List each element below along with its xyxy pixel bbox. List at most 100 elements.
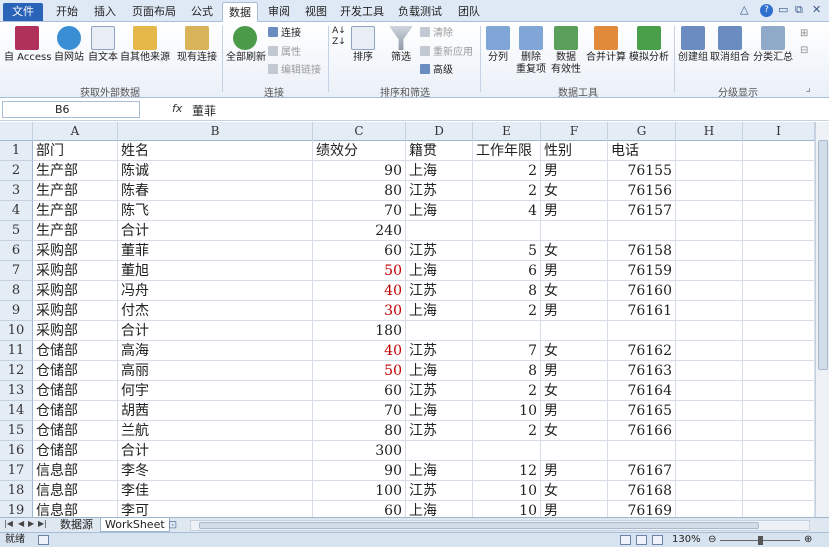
cell-i[interactable] (743, 201, 815, 221)
insert-function-icon[interactable]: fx (172, 102, 182, 115)
cell-g[interactable]: 76157 (608, 201, 676, 221)
cell-d[interactable]: 上海 (406, 401, 473, 421)
column-header-c[interactable]: C (313, 122, 406, 141)
cell-f[interactable]: 男 (541, 261, 608, 281)
cell-f[interactable]: 男 (541, 461, 608, 481)
cell-h[interactable] (676, 221, 743, 241)
cell-f[interactable]: 性别 (541, 141, 608, 161)
horizontal-scroll-thumb[interactable] (199, 522, 759, 529)
cell-d[interactable]: 江苏 (406, 381, 473, 401)
cell-a[interactable]: 信息部 (33, 481, 118, 501)
column-header-a[interactable]: A (33, 122, 118, 141)
cell-a[interactable]: 生产部 (33, 221, 118, 241)
cell-b[interactable]: 陈诚 (118, 161, 313, 181)
cell-h[interactable] (676, 201, 743, 221)
tab-page-layout[interactable]: 页面布局 (126, 2, 182, 22)
cell-c[interactable]: 80 (313, 421, 406, 441)
cell-c[interactable]: 90 (313, 461, 406, 481)
horizontal-scrollbar[interactable] (190, 520, 810, 531)
cell-a[interactable]: 采购部 (33, 321, 118, 341)
row-header[interactable]: 13 (0, 381, 33, 401)
cell-e[interactable]: 6 (473, 261, 541, 281)
cell-e[interactable]: 12 (473, 461, 541, 481)
column-header-d[interactable]: D (406, 122, 473, 141)
cell-a[interactable]: 信息部 (33, 501, 118, 517)
sheet-tab-data-source[interactable]: 数据源 (56, 518, 97, 532)
cell-g[interactable]: 76165 (608, 401, 676, 421)
cell-c[interactable]: 60 (313, 241, 406, 261)
cell-d[interactable]: 江苏 (406, 181, 473, 201)
cell-e[interactable]: 2 (473, 381, 541, 401)
row-header[interactable]: 18 (0, 481, 33, 501)
cell-h[interactable] (676, 441, 743, 461)
cell-d[interactable]: 上海 (406, 501, 473, 517)
cell-a[interactable]: 生产部 (33, 181, 118, 201)
cell-h[interactable] (676, 341, 743, 361)
cell-f[interactable]: 男 (541, 201, 608, 221)
cell-i[interactable] (743, 421, 815, 441)
row-header[interactable]: 3 (0, 181, 33, 201)
cell-b[interactable]: 董菲 (118, 241, 313, 261)
insert-sheet-icon[interactable]: ⊡ (164, 518, 181, 532)
cell-b[interactable]: 胡茜 (118, 401, 313, 421)
window-close-icon[interactable]: ✕ (812, 3, 821, 19)
cell-g[interactable]: 76161 (608, 301, 676, 321)
cell-g[interactable]: 76159 (608, 261, 676, 281)
cell-c[interactable]: 绩效分 (313, 141, 406, 161)
cell-h[interactable] (676, 261, 743, 281)
cell-f[interactable]: 女 (541, 181, 608, 201)
existing-connections-button[interactable]: 现有连接 (176, 26, 218, 64)
properties-button[interactable]: 属性 (268, 46, 301, 60)
cell-f[interactable]: 男 (541, 401, 608, 421)
cell-f[interactable]: 男 (541, 361, 608, 381)
column-header-i[interactable]: I (743, 122, 815, 141)
cell-g[interactable]: 76167 (608, 461, 676, 481)
cell-c[interactable]: 70 (313, 401, 406, 421)
cell-d[interactable]: 江苏 (406, 421, 473, 441)
cell-i[interactable] (743, 221, 815, 241)
reapply-button[interactable]: 重新应用 (420, 46, 473, 60)
vertical-scroll-thumb[interactable] (818, 140, 828, 370)
cell-i[interactable] (743, 381, 815, 401)
cell-c[interactable]: 70 (313, 201, 406, 221)
cell-a[interactable]: 信息部 (33, 461, 118, 481)
minimize-ribbon-icon[interactable]: △ (740, 3, 748, 19)
cell-f[interactable]: 女 (541, 241, 608, 261)
cell-h[interactable] (676, 321, 743, 341)
cell-h[interactable] (676, 381, 743, 401)
next-sheet-icon[interactable]: ▶ (28, 519, 34, 528)
clear-filter-button[interactable]: 清除 (420, 27, 453, 41)
filter-button[interactable]: 筛选 (386, 26, 416, 64)
cell-i[interactable] (743, 321, 815, 341)
cell-b[interactable]: 付杰 (118, 301, 313, 321)
cell-h[interactable] (676, 401, 743, 421)
cell-a[interactable]: 仓储部 (33, 361, 118, 381)
cell-d[interactable] (406, 321, 473, 341)
cell-a[interactable]: 采购部 (33, 261, 118, 281)
cell-e[interactable]: 8 (473, 361, 541, 381)
cell-i[interactable] (743, 301, 815, 321)
cell-h[interactable] (676, 181, 743, 201)
cell-f[interactable]: 女 (541, 481, 608, 501)
cell-a[interactable]: 生产部 (33, 201, 118, 221)
cell-b[interactable]: 合计 (118, 321, 313, 341)
cell-e[interactable]: 5 (473, 241, 541, 261)
cell-i[interactable] (743, 161, 815, 181)
cell-b[interactable]: 合计 (118, 441, 313, 461)
sheet-tab-worksheet[interactable]: WorkSheet (100, 518, 170, 532)
prev-sheet-icon[interactable]: ◀ (18, 519, 24, 528)
tab-insert[interactable]: 插入 (88, 2, 122, 22)
row-header[interactable]: 4 (0, 201, 33, 221)
cell-b[interactable]: 高海 (118, 341, 313, 361)
cell-a[interactable]: 仓储部 (33, 421, 118, 441)
row-header[interactable]: 15 (0, 421, 33, 441)
cell-g[interactable] (608, 441, 676, 461)
cell-i[interactable] (743, 261, 815, 281)
tab-file[interactable]: 文件 (3, 3, 43, 21)
row-header[interactable]: 7 (0, 261, 33, 281)
page-layout-view-icon[interactable] (636, 535, 647, 545)
cell-i[interactable] (743, 501, 815, 517)
cell-h[interactable] (676, 481, 743, 501)
cell-c[interactable]: 50 (313, 261, 406, 281)
cell-d[interactable]: 上海 (406, 361, 473, 381)
